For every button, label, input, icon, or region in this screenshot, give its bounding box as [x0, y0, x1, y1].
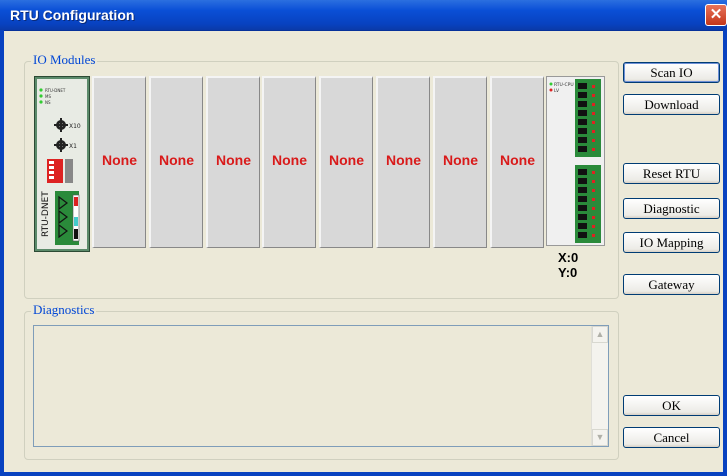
rtu-indicator-label: MS [45, 94, 51, 99]
terminal-block-icon [575, 79, 601, 157]
download-button[interactable]: Download [623, 94, 720, 115]
rtu-configuration-window: RTU Configuration ✕ IO Modules RTU-DNET … [0, 0, 727, 476]
status-led-icon [549, 82, 553, 86]
status-led-icon [39, 88, 43, 92]
rtu-indicator-label: NS [45, 100, 51, 105]
scan-io-button[interactable]: Scan IO [623, 62, 720, 83]
diagnostics-scrollbar[interactable]: ▲ ▼ [591, 326, 608, 446]
scroll-down-button[interactable]: ▼ [592, 429, 608, 446]
io-slot[interactable]: None [433, 76, 487, 248]
rtu-indicator-label: RTU-DNET [45, 88, 66, 93]
rtu-module-face: RTU-DNET MS NS X10 X1 RTU-DNET [37, 79, 87, 249]
slot-label: None [159, 152, 194, 168]
diagnostic-button[interactable]: Diagnostic [623, 198, 720, 219]
window-frame-bottom [0, 472, 727, 476]
cancel-button[interactable]: Cancel [623, 427, 720, 448]
window-frame-right [723, 30, 727, 476]
io-mapping-button[interactable]: IO Mapping [623, 232, 720, 253]
slot-label: None [443, 152, 478, 168]
diagnostics-label: Diagnostics [31, 302, 97, 318]
slot-label: None [272, 152, 307, 168]
rotary-switch-icon [54, 118, 68, 132]
window-frame-left [0, 30, 4, 476]
io-slot[interactable]: None [376, 76, 430, 248]
dip-switch-icon [47, 159, 73, 183]
status-led-icon [549, 88, 553, 92]
terminal-indicator-label: LV [554, 88, 560, 94]
gateway-button[interactable]: Gateway [623, 274, 720, 295]
switch-label: X10 [69, 123, 81, 130]
io-slot[interactable]: None [92, 76, 146, 248]
terminal-block-icon [575, 165, 601, 243]
switch-label: X1 [69, 143, 77, 150]
close-icon: ✕ [709, 6, 723, 23]
terminal-indicator-label: RTU-CPU [554, 82, 574, 88]
close-button[interactable]: ✕ [705, 4, 727, 26]
coord-y-readout: Y:0 [558, 265, 578, 280]
slot-label: None [102, 152, 137, 168]
ok-button[interactable]: OK [623, 395, 720, 416]
scroll-up-button[interactable]: ▲ [592, 326, 608, 343]
slot-label: None [329, 152, 364, 168]
terminal-module[interactable]: RTU-CPU LV [546, 76, 605, 246]
io-slot[interactable]: None [490, 76, 544, 248]
title-bar[interactable]: RTU Configuration ✕ [0, 0, 727, 31]
chevron-down-icon: ▼ [595, 432, 605, 442]
rotary-switch-icon [54, 138, 68, 152]
status-led-icon [39, 94, 43, 98]
slot-label: None [500, 152, 535, 168]
rtu-model-label: RTU-DNET [41, 191, 51, 237]
rtu-dnet-module[interactable]: RTU-DNET MS NS X10 X1 RTU-DNET [34, 76, 90, 252]
diagnostics-textarea[interactable]: ▲ ▼ [33, 325, 609, 447]
coord-x-readout: X:0 [558, 250, 579, 265]
io-slot[interactable]: None [149, 76, 203, 248]
chevron-up-icon: ▲ [595, 329, 605, 339]
rtu-module-graphic: RTU-DNET MS NS X10 X1 RTU-DNET [39, 88, 81, 245]
slot-label: None [386, 152, 421, 168]
io-slot[interactable]: None [319, 76, 373, 248]
connector-icon [55, 191, 80, 245]
reset-rtu-button[interactable]: Reset RTU [623, 163, 720, 184]
slot-label: None [216, 152, 251, 168]
io-modules-label: IO Modules [31, 52, 98, 68]
io-slot[interactable]: None [206, 76, 260, 248]
terminal-module-graphic: RTU-CPU LV [549, 79, 601, 243]
status-led-icon [39, 100, 43, 104]
window-title: RTU Configuration [10, 7, 135, 23]
io-slot[interactable]: None [262, 76, 316, 248]
